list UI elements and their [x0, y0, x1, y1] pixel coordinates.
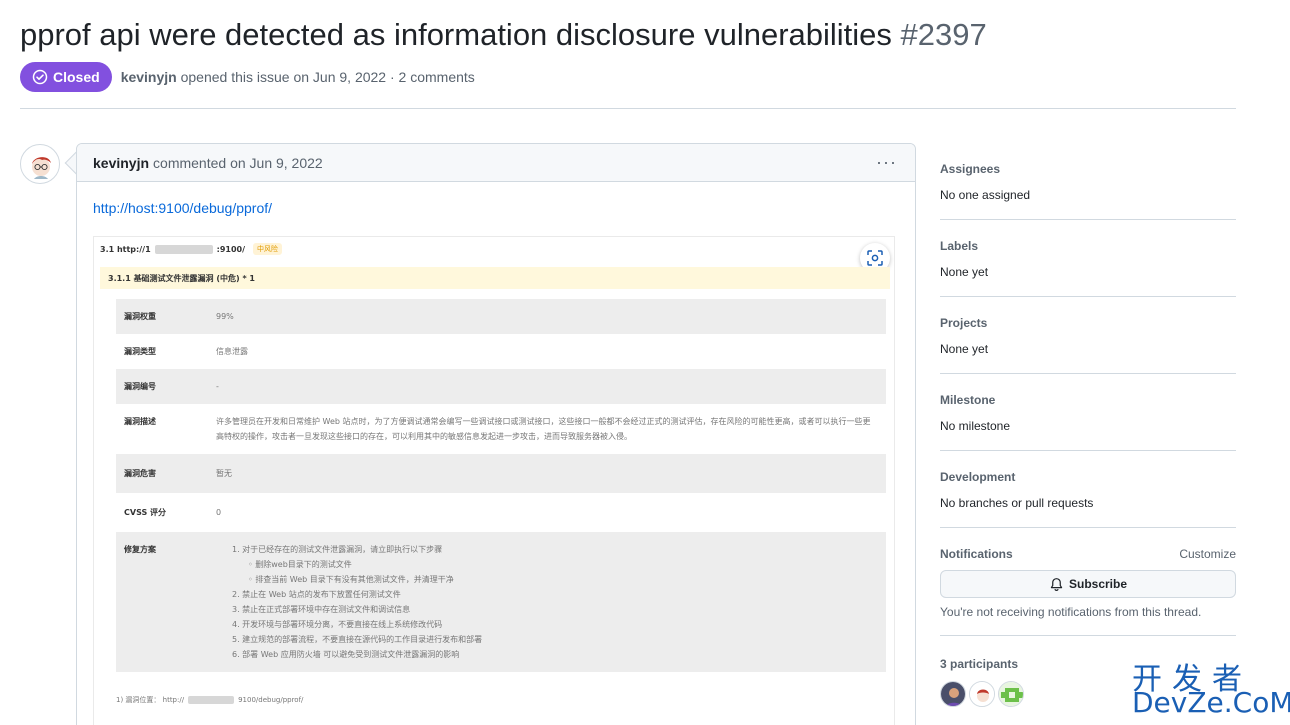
comment-header: kevinyjn commented on Jun 9, 2022 ··· [77, 144, 915, 182]
report-footer-prefix: 1) 漏洞位置： http:// [116, 696, 185, 704]
sidebar-notifications: Notifications Customize Subscribe You're… [940, 528, 1236, 636]
sidebar-development: Development No branches or pull requests [940, 451, 1236, 528]
table-row: 漏洞描述 许多管理员在开发和日常维护 Web 站点时，为了方便调试通常会编写一些… [116, 404, 886, 454]
sidebar-value: No one assigned [940, 188, 1031, 202]
sidebar-label[interactable]: Labels [940, 239, 978, 253]
comment-link[interactable]: http://host:9100/debug/pprof/ [93, 200, 272, 216]
sidebar-milestone: Milestone No milestone [940, 374, 1236, 451]
row-key: 漏洞描述 [124, 417, 156, 426]
issue-number: #2397 [900, 17, 987, 52]
list-item: 3. 禁止在正式部署环境中存在测试文件和调试信息 [232, 605, 411, 614]
sidebar-value: None yet [940, 342, 989, 356]
list-item: 4. 开发环境与部署环境分离，不要直接在线上系统修改代码 [232, 620, 443, 629]
row-key: 漏洞危害 [124, 469, 156, 478]
state-label: Closed [53, 69, 100, 85]
row-value: 0 [216, 508, 222, 517]
row-value: 信息泄露 [216, 347, 248, 356]
subscribe-button[interactable]: Subscribe [940, 570, 1236, 598]
issue-title-row: pprof api were detected as information d… [20, 14, 1240, 56]
header-divider [20, 108, 1236, 109]
list-item-text: 排查当前 Web 目录下有没有其他测试文件，并清理干净 [255, 575, 454, 584]
table-row: CVSS 评分 0 [116, 493, 886, 532]
row-value: 99% [216, 312, 234, 321]
sidebar-label[interactable]: Projects [940, 316, 987, 330]
subscribe-label: Subscribe [1068, 577, 1128, 591]
sidebar-label: Notifications [940, 547, 1013, 561]
sidebar-label: 3 participants [940, 657, 1019, 671]
comment-author-link[interactable]: kevinyjn [93, 155, 149, 171]
avatar-illustration [32, 157, 51, 179]
issue-meta-text: kevinyjn opened this issue on Jun 9, 202… [121, 69, 475, 85]
sidebar-label[interactable]: Milestone [940, 393, 995, 407]
report-footer: 1) 漏洞位置： http:// 9100/debug/pprof/ [116, 695, 303, 705]
bell-icon [1050, 577, 1063, 591]
participants-list [940, 681, 1024, 707]
notifications-note: You're not receiving notifications from … [940, 605, 1202, 619]
customize-link[interactable]: Customize [1179, 547, 1236, 561]
sidebar-label[interactable]: Development [940, 470, 1015, 484]
list-item-text: 删除web目录下的测试文件 [255, 560, 352, 569]
table-row: 漏洞危害 暂无 [116, 454, 886, 493]
issue-meta: Closed kevinyjn opened this issue on Jun… [20, 62, 475, 92]
sidebar-labels: Labels None yet [940, 220, 1236, 297]
issue-meta-suffix: opened this issue on Jun 9, 2022 · 2 com… [180, 69, 475, 85]
row-value: 暂无 [216, 469, 232, 478]
avatar-illustration [999, 682, 1023, 706]
avatar[interactable] [940, 681, 966, 707]
comment-meta: commented on Jun 9, 2022 [153, 154, 323, 171]
issue-closed-icon [32, 69, 48, 85]
sidebar-projects: Projects None yet [940, 297, 1236, 374]
row-key: 漏洞权重 [124, 312, 156, 321]
row-value: 1. 对于已经存在的测试文件泄露漏洞，请立即执行以下步骤 ◦ 删除web目录下的… [208, 532, 886, 672]
row-key: 修复方案 [124, 545, 156, 554]
table-row: 漏洞权重 99% [116, 299, 886, 334]
redacted-block [154, 244, 213, 254]
avatar[interactable] [998, 681, 1024, 707]
list-item: 2. 禁止在 Web 站点的发布下放置任何测试文件 [232, 590, 401, 599]
avatar-illustration [941, 682, 965, 706]
watermark-en: DevZe.CoM [1132, 686, 1290, 719]
watermark-logo: 开发者 DevZe.CoM [1132, 654, 1290, 720]
sidebar-assignees: Assignees No one assigned [940, 145, 1236, 220]
list-item: ◦ 删除web目录下的测试文件 [248, 560, 352, 569]
avatar-illustration [970, 682, 994, 706]
table-row: 修复方案 1. 对于已经存在的测试文件泄露漏洞，请立即执行以下步骤 ◦ 删除we… [116, 532, 886, 672]
vulnerability-table: 漏洞权重 99% 漏洞类型 信息泄露 漏洞编号 - 漏洞描述 许多管理员在开发和… [116, 299, 886, 672]
report-heading-prefix: 3.1 http://1 [100, 244, 151, 254]
comment-box: kevinyjn commented on Jun 9, 2022 ··· ht… [76, 143, 916, 725]
report-heading-suffix: :9100/ [216, 244, 246, 254]
kebab-icon[interactable]: ··· [876, 152, 897, 173]
sidebar-value: None yet [940, 265, 989, 279]
issue-title: pprof api were detected as information d… [20, 17, 892, 52]
sidebar-value: No milestone [940, 419, 1011, 433]
fix-steps-list: 1. 对于已经存在的测试文件泄露漏洞，请立即执行以下步骤 ◦ 删除web目录下的… [216, 542, 878, 662]
report-screenshot[interactable]: 3.1 http://1 :9100/ 中风险 3.1.1 基础测试文件泄露漏洞… [93, 236, 895, 725]
avatar[interactable] [20, 144, 60, 184]
list-item: 1. 对于已经存在的测试文件泄露漏洞，请立即执行以下步骤 [232, 545, 443, 554]
risk-tag: 中风险 [253, 243, 283, 255]
list-item: ◦ 排查当前 Web 目录下有没有其他测试文件，并清理干净 [248, 575, 454, 584]
avatar[interactable] [969, 681, 995, 707]
redacted-block [188, 696, 235, 704]
row-value: 许多管理员在开发和日常维护 Web 站点时，为了方便调试通常会编写一些调试接口或… [216, 417, 871, 441]
report-footer-suffix: 9100/debug/pprof/ [238, 696, 304, 704]
list-item: 5. 建立规范的部署流程，不要直接在源代码的工作目录进行发布和部署 [232, 635, 483, 644]
row-key: 漏洞类型 [124, 347, 156, 356]
issue-author-link[interactable]: kevinyjn [121, 69, 177, 85]
table-row: 漏洞编号 - [116, 369, 886, 404]
row-key: CVSS 评分 [124, 508, 167, 517]
row-value: - [216, 382, 219, 391]
state-badge: Closed [20, 62, 112, 92]
table-row: 漏洞类型 信息泄露 [116, 334, 886, 369]
sidebar-value: No branches or pull requests [940, 496, 1094, 510]
scan-icon-glyph [867, 250, 883, 266]
sidebar-label[interactable]: Assignees [940, 162, 1000, 176]
report-heading: 3.1 http://1 :9100/ 中风险 [100, 243, 283, 255]
list-item: 6. 部署 Web 应用防火墙 可以避免受到测试文件泄露漏洞的影响 [232, 650, 460, 659]
report-subheading: 3.1.1 基础测试文件泄露漏洞 (中危) * 1 [100, 267, 890, 289]
row-key: 漏洞编号 [124, 382, 156, 391]
